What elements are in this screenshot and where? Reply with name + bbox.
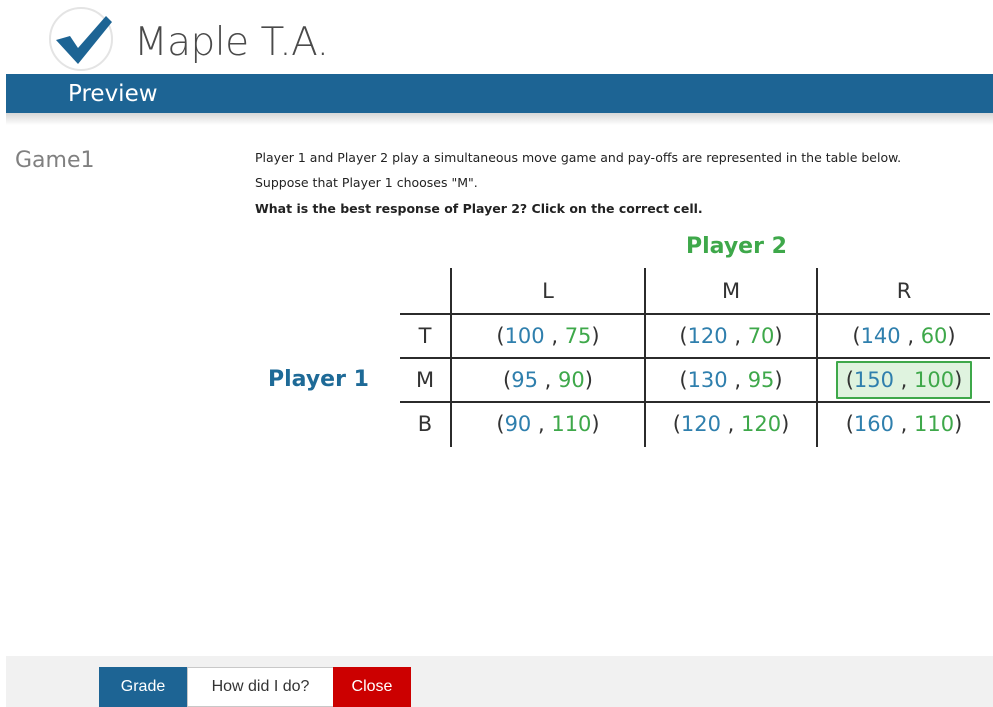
how-did-i-do-button[interactable]: How did I do? [187, 667, 334, 707]
header-shadow [6, 113, 993, 125]
row-label-b: B [417, 412, 433, 436]
paren-open: ( [679, 324, 688, 348]
player1-payoff: 120 [687, 324, 728, 348]
payoff-pair: (140 , 60) [852, 324, 955, 348]
paren-open: ( [852, 324, 861, 348]
paren-close: ) [774, 368, 783, 392]
player2-label: Player 2 [686, 234, 787, 259]
player2-payoff: 110 [551, 412, 592, 436]
payoff-cell-b-r[interactable]: (160 , 110) [818, 402, 990, 446]
player1-payoff: 100 [504, 324, 545, 348]
comma: , [720, 412, 742, 436]
paren-open: ( [672, 412, 681, 436]
row-label-m: M [415, 368, 435, 392]
comma: , [727, 324, 748, 348]
player1-payoff: 90 [504, 412, 532, 436]
player1-payoff: 150 [853, 368, 894, 392]
paren-open: ( [845, 412, 854, 436]
question-text-line-2: Suppose that Player 1 chooses "M". [255, 175, 478, 190]
comma: , [537, 368, 559, 392]
comma: , [893, 412, 915, 436]
preview-header-bar: Preview [6, 74, 993, 113]
app-logo: Maple T.A. [48, 6, 368, 72]
player1-label: Player 1 [268, 367, 369, 392]
player1-payoff: 140 [860, 324, 901, 348]
player2-payoff: 110 [914, 412, 955, 436]
paren-close: ) [584, 368, 593, 392]
payoff-cell-m-l[interactable]: (95 , 90) [452, 358, 644, 402]
grade-button[interactable]: Grade [99, 667, 187, 707]
player2-payoff: 75 [564, 324, 592, 348]
payoff-cell-t-l[interactable]: (100 , 75) [452, 314, 644, 358]
close-button[interactable]: Close [333, 667, 411, 707]
question-prompt: What is the best response of Player 2? C… [255, 201, 703, 216]
paren-close: ) [954, 412, 963, 436]
player2-payoff: 60 [920, 324, 948, 348]
comma: , [727, 368, 748, 392]
question-text-line-1: Player 1 and Player 2 play a simultaneou… [255, 150, 902, 165]
paren-close: ) [774, 324, 783, 348]
paren-close: ) [781, 412, 790, 436]
question-name: Game1 [15, 148, 95, 173]
bottom-toolbar: Grade How did I do? Close [6, 656, 993, 707]
checkmark-logo-icon [49, 7, 113, 71]
payoff-pair: (120 , 70) [679, 324, 782, 348]
payoff-pair: (90 , 110) [496, 412, 599, 436]
payoff-cell-m-r-selected[interactable]: (150 , 100) [818, 358, 990, 402]
app-name: Maple T.A. [134, 20, 329, 65]
comma: , [893, 368, 915, 392]
payoff-pair: (160 , 110) [846, 412, 963, 436]
payoff-cell-m-m[interactable]: (130 , 95) [646, 358, 816, 402]
paren-close: ) [947, 324, 956, 348]
paren-open: ( [496, 324, 505, 348]
player2-payoff: 120 [741, 412, 782, 436]
payoff-cell-t-m[interactable]: (120 , 70) [646, 314, 816, 358]
comma: , [531, 412, 552, 436]
payoff-cell-b-m[interactable]: (120 , 120) [646, 402, 816, 446]
player2-payoff: 70 [747, 324, 775, 348]
paren-close: ) [954, 368, 963, 392]
payoff-table: L M R T M B (100 , 75) (120 , 70) (140 ,… [400, 268, 990, 447]
row-label-t: T [418, 324, 432, 348]
page-title: Preview [68, 81, 158, 107]
player2-payoff: 90 [558, 368, 585, 392]
comma: , [544, 324, 565, 348]
payoff-cell-b-l[interactable]: (90 , 110) [452, 402, 644, 446]
paren-close: ) [591, 324, 600, 348]
player1-payoff: 120 [680, 412, 721, 436]
paren-open: ( [679, 368, 688, 392]
payoff-pair-highlight: (150 , 100) [835, 361, 973, 399]
player2-payoff: 95 [747, 368, 775, 392]
payoff-pair: (100 , 75) [496, 324, 599, 348]
player1-payoff: 130 [687, 368, 728, 392]
payoff-cell-t-r[interactable]: (140 , 60) [818, 314, 990, 358]
player1-payoff: 95 [511, 368, 538, 392]
column-header-m: M [721, 279, 741, 303]
column-header-r: R [896, 279, 912, 303]
comma: , [900, 324, 921, 348]
paren-open: ( [845, 368, 854, 392]
payoff-pair: (95 , 90) [503, 368, 593, 392]
paren-open: ( [496, 412, 505, 436]
column-header-l: L [542, 279, 554, 303]
player1-payoff: 160 [853, 412, 894, 436]
payoff-pair: (130 , 95) [679, 368, 782, 392]
paren-close: ) [591, 412, 600, 436]
player2-payoff: 100 [914, 368, 955, 392]
payoff-pair: (120 , 120) [673, 412, 790, 436]
